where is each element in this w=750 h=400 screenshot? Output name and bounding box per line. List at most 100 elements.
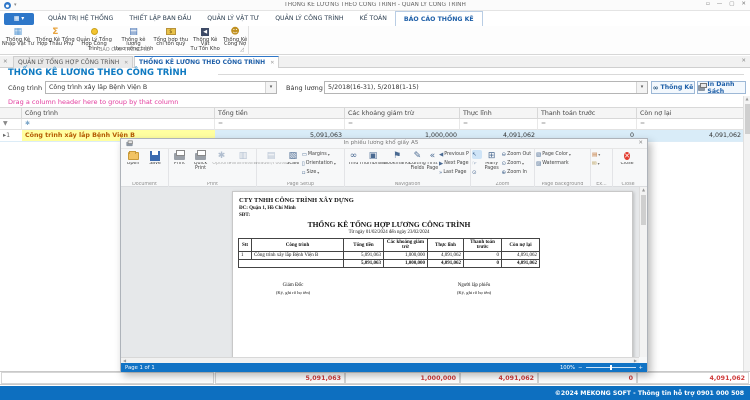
bang-luong-select[interactable]: 5/2018(16-31), 5/2018(1-15) ▾	[324, 81, 648, 94]
main-vertical-scrollbar[interactable]: ▲	[743, 96, 750, 371]
grid-cell-con-no-lai[interactable]: 4,091,062	[637, 130, 744, 142]
grid-filter-con-no-lai[interactable]: =	[637, 119, 744, 130]
button-label: Save	[149, 162, 161, 167]
summary-cac-khoang-giam-tru: 1,000,000	[345, 372, 460, 384]
tab-close-icon[interactable]: ✕	[124, 60, 128, 66]
filter-funnel-icon[interactable]: ▼	[3, 120, 8, 127]
pencil-icon: ✎	[414, 150, 422, 162]
tab-close-icon[interactable]: ✕	[270, 60, 274, 66]
chevron-down-icon[interactable]: ▾	[636, 82, 647, 93]
report-cell-thanh-toan-truoc: 0	[464, 252, 502, 260]
save-button[interactable]: Save	[144, 150, 166, 178]
ribbon-group-bao-cao-thong-ke: ▦ Thống Kê Nhập Vật Tư Σ Thống Kê Tổng H…	[0, 26, 249, 55]
preview-surface[interactable]: CTY TNHH CÔNG TRÌNH XÂY DỰNG ĐC: Quận 1,…	[121, 187, 639, 357]
grid-header-thanh-toan-truoc[interactable]: Thanh toán trước	[538, 107, 637, 119]
zoom-minus-icon[interactable]: −	[578, 365, 582, 371]
quick-access-dropdown-icon[interactable]: ▾	[14, 2, 17, 8]
ribbon-button-thong-ke-vat-tu-ton-kho[interactable]: ◀ Thống Kê Vật Tư Tồn Kho	[188, 26, 222, 47]
ribbon-button-quan-ly-tong-hop-cong-trinh[interactable]: Quản Lý Tổng Hợp Công Trình	[75, 26, 114, 47]
header-footer-button: ▤ Header/Footer	[258, 150, 284, 178]
ribbon-button-thong-ke-tong-hop-thau-phu[interactable]: Σ Thống Kê Tổng Hợp Thầu Phụ	[36, 26, 75, 47]
grid-header-cong-trinh[interactable]: Công trình	[22, 107, 215, 119]
thong-ke-button[interactable]: ∞ Thống Kê	[651, 81, 695, 94]
pane-close-icon[interactable]: ✕	[741, 58, 746, 64]
page-title: THỐNG KÊ LƯƠNG THEO CÔNG TRÌNH	[8, 68, 187, 78]
grid-header-thuc-linh[interactable]: Thực lĩnh	[460, 107, 538, 119]
page-color-button[interactable]: ▧ Page Color ▾	[536, 150, 588, 159]
print-button[interactable]: Print	[170, 150, 189, 178]
ribbon-button-tong-hop-thu-chi-ton-quy[interactable]: $ Tổng hợp thu chi tồn quỹ	[153, 26, 188, 47]
quick-print-button[interactable]: Quick Print	[189, 150, 212, 178]
editing-fields-button[interactable]: ✎ Editing Fields	[409, 150, 426, 178]
scroll-up-icon[interactable]: ▲	[745, 96, 748, 101]
open-button[interactable]: Open	[122, 150, 144, 178]
export-document-button[interactable]: ▤ ▾	[592, 150, 610, 159]
magnifier-tool-button[interactable]: ⊙	[472, 168, 482, 177]
dialog-close-icon[interactable]: ✕	[638, 140, 643, 146]
ribbon-button-thong-ke-cong-no[interactable]: ☻ Thống Kê Công Nợ	[222, 26, 248, 47]
window-maximize-icon[interactable]: ▢	[729, 1, 734, 7]
grid-filter-thanh-toan-truoc[interactable]: =	[538, 119, 637, 130]
orientation-button[interactable]: ▯ Orientation ▾	[302, 159, 343, 168]
first-page-button[interactable]: « First Page	[426, 150, 439, 178]
ribbon-tab-quan-ly-vat-tu[interactable]: QUẢN LÝ VẬT TƯ	[199, 11, 267, 26]
ribbon-tab-quan-ly-cong-trinh[interactable]: QUẢN LÝ CÔNG TRÌNH	[267, 11, 351, 26]
grid-filter-tong-tien[interactable]: =	[215, 119, 345, 130]
hand-tool-button[interactable]: ☞	[472, 159, 482, 168]
zoom-slider[interactable]	[586, 367, 636, 368]
window-minimize-icon[interactable]: —	[717, 1, 723, 7]
many-pages-button[interactable]: ⊞ Many Pages	[482, 150, 502, 178]
button-label: Find	[349, 162, 359, 167]
scrollbar-thumb[interactable]	[745, 104, 750, 134]
toolbar-group-navigation: ∞ Find ▣ Thumbnails ⚑ Bookmarks ✎ Editin…	[345, 149, 471, 187]
watermark-button[interactable]: ▨ Watermark	[536, 159, 588, 168]
button-label: Options	[212, 162, 231, 167]
scroll-up-icon[interactable]: ▲	[642, 187, 645, 192]
grid-filter-thuc-linh[interactable]: =	[460, 119, 538, 130]
report-total-empty	[239, 260, 344, 268]
ribbon-tab-ke-toan[interactable]: KẾ TOÁN	[352, 11, 395, 26]
doc-tab-quan-ly-tong-hop-cong-trinh[interactable]: QUẢN LÝ TỔNG HỢP CÔNG TRÌNH ✕	[13, 56, 133, 68]
ribbon-group-launcher-icon[interactable]: ◿	[240, 47, 244, 53]
ribbon-button-thong-ke-luong-theo-cong-trinh[interactable]: ▤ Thống kê lương theo công trình	[114, 26, 154, 47]
in-danh-sach-button[interactable]: In Danh Sách	[697, 81, 746, 94]
zoom-plus-icon[interactable]: +	[639, 365, 643, 371]
close-preview-button[interactable]: ✕ Close	[614, 150, 640, 178]
grid-header-cac-khoang-giam-tru[interactable]: Các khoảng giảm trừ	[345, 107, 460, 119]
margins-button[interactable]: ▭ Margins ▾	[302, 150, 343, 159]
scrollbar-thumb[interactable]	[641, 195, 646, 225]
window-pin-icon[interactable]: ▫	[706, 1, 710, 7]
zoom-slider-thumb[interactable]	[610, 365, 612, 370]
preview-vertical-scrollbar[interactable]: ▲	[639, 187, 647, 357]
button-label: Quick Print	[189, 162, 212, 172]
thumbnails-button[interactable]: ▣ Thumbnails	[361, 150, 385, 178]
report-table: Stt Công trình Tổng tiền Các khoảng giảm…	[238, 238, 540, 268]
cong-trinh-select[interactable]: Công trình xây lắp Bệnh Viện B ▾	[45, 81, 277, 94]
zoom-in-button[interactable]: ⊕ Zoom In	[502, 168, 533, 177]
report-total-thanh-toan-truoc: 0	[464, 260, 502, 268]
parameters-button: ▥ Parameters	[231, 150, 255, 178]
ribbon-button-thong-ke-nhap-vat-tu[interactable]: ▦ Thống Kê Nhập Vật Tư	[0, 26, 36, 47]
send-email-button[interactable]: ✉ ▾	[592, 159, 610, 168]
zoom-button[interactable]: ⊙ Zoom ▾	[502, 159, 533, 168]
tabstrip-close-icon[interactable]: ✕	[3, 59, 8, 65]
bookmarks-button[interactable]: ⚑ Bookmarks	[385, 150, 409, 178]
app-logo-icon[interactable]: ●	[4, 2, 11, 9]
size-button[interactable]: ▫ Size ▾	[302, 168, 343, 177]
grid-header-con-no-lai[interactable]: Còn nợ lại	[637, 107, 744, 119]
app-menu-button[interactable]: ▦ ▾	[4, 13, 34, 25]
chevron-down-icon[interactable]: ▾	[265, 82, 276, 93]
grid-filter-cong-trinh[interactable]: ✱	[22, 119, 215, 130]
ribbon-tab-bao-cao-thong-ke[interactable]: BÁO CÁO THỐNG KÊ	[395, 11, 483, 26]
ribbon-tab-quan-tri-he-thong[interactable]: QUẢN TRỊ HỆ THỐNG	[40, 11, 121, 26]
zoom-out-button[interactable]: ⊖ Zoom Out	[502, 150, 533, 159]
previous-page-button[interactable]: ◀ Previous Page	[439, 150, 469, 159]
doc-tab-thong-ke-luong-theo-cong-trinh[interactable]: THỐNG KÊ LƯƠNG THEO CÔNG TRÌNH ✕	[134, 56, 279, 68]
grid-header-tong-tien[interactable]: Tổng tiền	[215, 107, 345, 119]
last-page-button[interactable]: » Last Page	[439, 168, 469, 177]
pointer-tool-button[interactable]: ↖	[472, 150, 482, 159]
grid-filter-cac-khoang-giam-tru[interactable]: =	[345, 119, 460, 130]
ribbon-tab-thiet-lap-ban-dau[interactable]: THIẾT LẬP BAN ĐẦU	[121, 11, 199, 26]
window-close-icon[interactable]: ✕	[741, 1, 746, 7]
next-page-button[interactable]: ▶ Next Page	[439, 159, 469, 168]
